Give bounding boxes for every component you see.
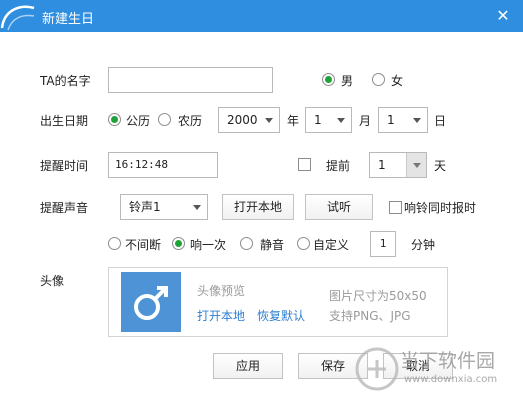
birth-label: 出生日期 xyxy=(40,114,89,128)
day-select[interactable]: 1 xyxy=(378,107,428,133)
gender-female-radio[interactable] xyxy=(372,73,385,86)
calendar-lunar-radio[interactable] xyxy=(158,113,171,126)
mode-continuous-radio[interactable] xyxy=(108,237,121,250)
mode-continuous-label: 不间断 xyxy=(125,238,162,252)
month-select[interactable]: 1 xyxy=(305,107,352,133)
remind-time-label: 提醒时间 xyxy=(40,159,89,173)
name-label: TA的名字 xyxy=(40,74,91,88)
watermark-brand: 当下软件园 xyxy=(400,350,496,372)
watermark: 当下软件园 www.downxia.com xyxy=(352,342,512,398)
avatar-open-local-link[interactable]: 打开本地 xyxy=(197,307,245,324)
chevron-down-icon xyxy=(265,118,273,123)
mode-mute-label: 静音 xyxy=(260,238,285,252)
avatar-panel: 头像预览 打开本地 恢复默认 图片尺寸为50x50 支持PNG、JPG xyxy=(108,267,448,337)
mode-custom-label: 自定义 xyxy=(313,238,350,252)
chevron-down-icon xyxy=(193,205,201,210)
advance-checkbox[interactable] xyxy=(298,158,311,171)
window-title: 新建生日 xyxy=(42,12,95,27)
mode-custom-radio[interactable] xyxy=(297,237,310,250)
gender-male-label: 男 xyxy=(341,74,354,88)
year-value: 2000 xyxy=(227,113,258,127)
advance-days-value: 1 xyxy=(378,158,386,172)
avatar-preview-label: 头像预览 xyxy=(197,284,246,298)
avatar xyxy=(121,272,181,332)
apply-button[interactable]: 应用 xyxy=(213,353,283,379)
mode-mute-radio[interactable] xyxy=(240,237,253,250)
title-bar: 新建生日 ✕ xyxy=(0,0,523,32)
month-value: 1 xyxy=(314,113,322,127)
app-logo-icon xyxy=(0,5,35,31)
calendar-lunar-label: 农历 xyxy=(178,114,203,128)
watermark-url: www.downxia.com xyxy=(404,374,498,385)
remind-time-input[interactable]: 16:12:48 xyxy=(108,152,218,178)
custom-minutes-input[interactable]: 1 xyxy=(370,231,396,257)
day-value: 1 xyxy=(387,113,395,127)
close-icon: ✕ xyxy=(496,6,510,25)
watermark-logo-icon xyxy=(355,347,399,391)
avatar-label: 头像 xyxy=(40,274,65,288)
calendar-solar-label: 公历 xyxy=(126,114,151,128)
chevron-down-icon xyxy=(406,153,426,177)
sound-value: 铃声1 xyxy=(129,200,161,214)
avatar-size-hint: 图片尺寸为50x50 xyxy=(329,289,427,303)
gender-female-label: 女 xyxy=(391,74,404,88)
sound-label: 提醒声音 xyxy=(40,201,89,215)
sync-clock-checkbox[interactable] xyxy=(389,201,402,214)
avatar-format-hint: 支持PNG、JPG xyxy=(329,309,411,323)
gender-male-radio[interactable] xyxy=(322,73,335,86)
avatar-restore-default-link[interactable]: 恢复默认 xyxy=(257,307,305,324)
try-listen-button[interactable]: 试听 xyxy=(305,194,373,220)
mode-once-radio[interactable] xyxy=(172,237,185,250)
close-button[interactable]: ✕ xyxy=(491,4,515,28)
chevron-down-icon xyxy=(413,118,421,123)
sync-clock-label: 响铃同时报时 xyxy=(404,201,477,215)
minutes-unit: 分钟 xyxy=(411,238,436,252)
open-local-sound-button[interactable]: 打开本地 xyxy=(222,194,294,220)
advance-label: 提前 xyxy=(326,159,351,173)
male-symbol-icon xyxy=(134,286,168,320)
month-unit: 月 xyxy=(359,114,372,128)
advance-unit: 天 xyxy=(434,159,447,173)
calendar-solar-radio[interactable] xyxy=(108,113,121,126)
name-input[interactable] xyxy=(108,67,273,93)
advance-days-select[interactable]: 1 xyxy=(369,152,427,178)
year-unit: 年 xyxy=(287,114,300,128)
year-select[interactable]: 2000 xyxy=(218,107,280,133)
sound-select[interactable]: 铃声1 xyxy=(120,194,208,220)
mode-once-label: 响一次 xyxy=(190,238,227,252)
day-unit: 日 xyxy=(434,114,447,128)
chevron-down-icon xyxy=(337,118,345,123)
